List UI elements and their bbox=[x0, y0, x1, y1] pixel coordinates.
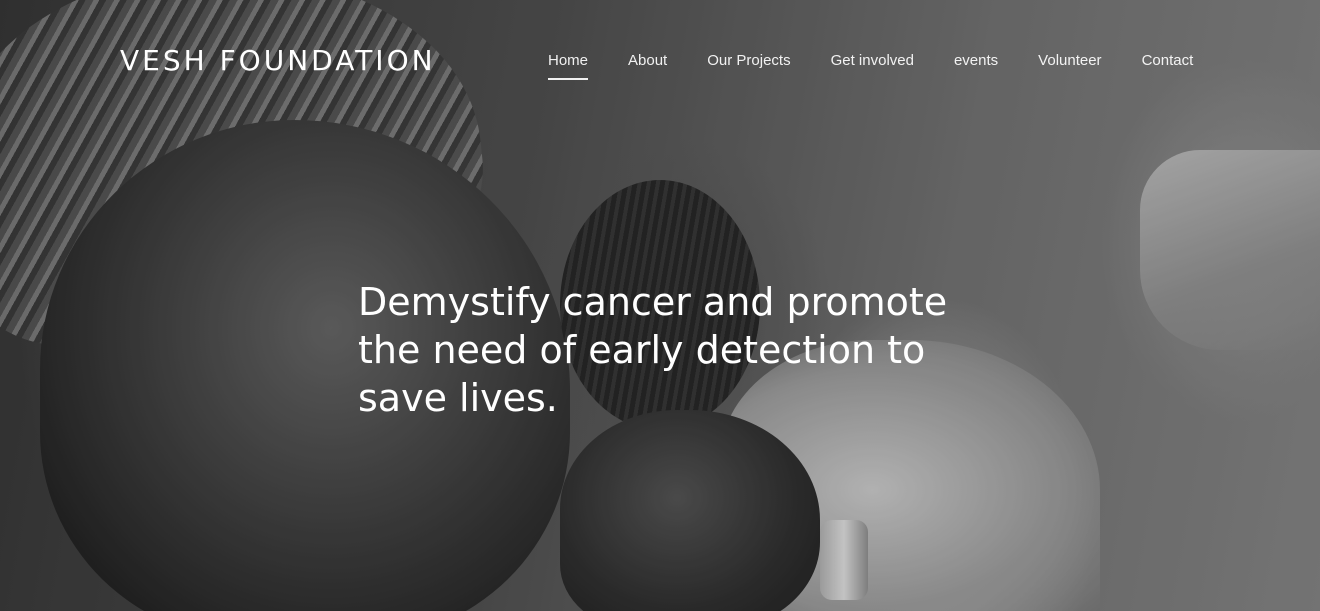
nav-volunteer[interactable]: Volunteer bbox=[1038, 52, 1101, 79]
main-navigation: Home About Our Projects Get involved eve… bbox=[548, 52, 1194, 80]
nav-home[interactable]: Home bbox=[548, 52, 589, 80]
nav-get-involved[interactable]: Get involved bbox=[831, 52, 914, 79]
nav-our-projects[interactable]: Our Projects bbox=[707, 52, 790, 79]
site-logo[interactable]: VESH FOUNDATION bbox=[120, 44, 436, 77]
nav-about[interactable]: About bbox=[628, 52, 667, 79]
hero-headline: Demystify cancer and promote the need of… bbox=[358, 280, 948, 420]
nav-contact[interactable]: Contact bbox=[1142, 52, 1194, 79]
nav-events[interactable]: events bbox=[954, 52, 998, 79]
